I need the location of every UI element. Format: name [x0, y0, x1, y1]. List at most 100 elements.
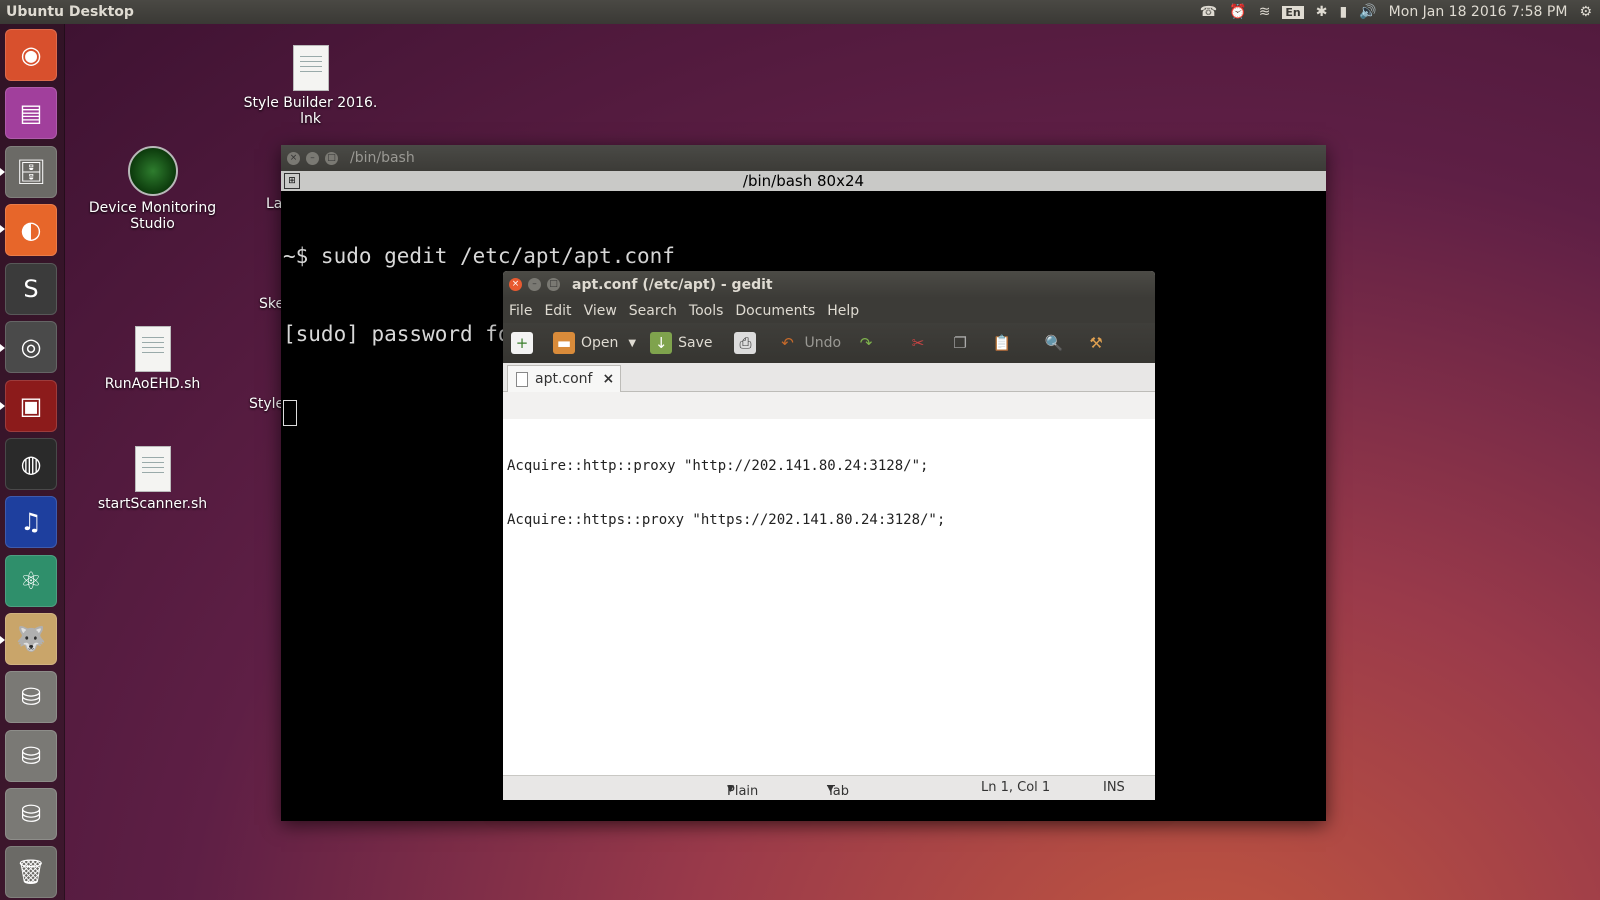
close-icon[interactable]: × [287, 151, 300, 165]
copy-icon: ❐ [953, 334, 967, 352]
chevron-down-icon: ▼ [727, 784, 734, 794]
chrome-icon[interactable]: ◎ [5, 321, 57, 373]
toolbar: + ▬ Open ▼ ↓ Save ⎙ ↶ Undo ↷ ✂ ❐ 📋 🔍 ⚒ [503, 323, 1155, 363]
magnifier-icon: 🔍 [1044, 334, 1064, 352]
document-icon [292, 45, 329, 91]
gedit-title: apt.conf (/etc/apt) - gedit [572, 276, 773, 293]
copy-button[interactable]: ❐ [949, 332, 977, 354]
desktop-icon-partial-label[interactable]: La [266, 196, 282, 212]
wifi-icon[interactable]: ≋ [1259, 4, 1271, 20]
workspace-switcher-icon[interactable]: ▤ [5, 87, 57, 139]
gedit-titlebar[interactable]: × – □ apt.conf (/etc/apt) - gedit [503, 271, 1155, 298]
menu-search[interactable]: Search [629, 303, 677, 319]
desktop-icon-label: startScanner.sh [97, 496, 208, 512]
open-button-label: Open [581, 335, 619, 351]
terminal-subtitle: /bin/bash 80x24 [742, 172, 865, 190]
print-button[interactable]: ⎙ [734, 332, 762, 354]
editor-line: Acquire::http::proxy "http://202.141.80.… [507, 458, 929, 474]
paste-icon: 📋 [992, 334, 1012, 352]
alarm-clock-icon[interactable]: ⏰ [1229, 4, 1246, 20]
desktop-icon-startscanner[interactable]: startScanner.sh [80, 446, 225, 512]
terminal-line: ~$ sudo gedit /etc/apt/apt.conf [283, 244, 675, 268]
desktop-icon-device-monitoring[interactable]: Device Monitoring Studio [80, 146, 225, 232]
undo-button[interactable]: ↶ Undo [776, 332, 841, 354]
maximize-icon[interactable]: □ [547, 278, 560, 291]
gimp-icon[interactable]: 🐺 [5, 613, 57, 665]
new-document-button[interactable]: + [511, 332, 539, 354]
drive-icon[interactable]: ⛁ [5, 730, 57, 782]
bluetooth-icon[interactable]: ✱ [1316, 4, 1328, 20]
status-bar: Plain Text ▼ Tab Width: 8 ▼ Ln 1, Col 1 … [503, 775, 1155, 800]
redo-icon: ↷ [859, 334, 873, 352]
menu-help[interactable]: Help [827, 303, 859, 319]
cut-button[interactable]: ✂ [907, 332, 935, 354]
maximize-icon[interactable]: □ [325, 151, 338, 165]
keyboard-layout-indicator[interactable]: En [1282, 5, 1304, 19]
peel-app-icon[interactable]: ◐ [5, 204, 57, 256]
script-icon [134, 326, 171, 372]
close-icon[interactable]: × [509, 278, 522, 291]
atom-editor-icon[interactable]: ⚛ [5, 555, 57, 607]
desktop-icon-partial-label[interactable]: Style [249, 396, 284, 412]
save-button[interactable]: ↓ Save [650, 332, 712, 354]
tab-bar: apt.conf × [503, 363, 1155, 392]
trash-icon[interactable]: 🗑 [5, 846, 57, 898]
menu-documents[interactable]: Documents [735, 303, 815, 319]
printer-icon: ⎙ [734, 332, 757, 354]
terminal-cursor [283, 400, 297, 426]
terminal-app-icon[interactable]: ▣ [5, 380, 57, 432]
chevron-down-icon[interactable]: ▼ [628, 338, 636, 349]
desktop-icon-runaoehd[interactable]: RunAoEHD.sh [80, 326, 225, 392]
audacity-icon[interactable]: ♫ [5, 496, 57, 548]
tab-label: apt.conf [535, 371, 593, 387]
desktop-icon-style-builder[interactable]: Style Builder 2016. lnk [238, 45, 383, 127]
launcher: ◉ ▤ 🗄 ◐ S ◎ ▣ ◍ ♫ ⚛ 🐺 ⛁ ⛁ ⛁ 🗑 [0, 24, 65, 900]
close-tab-icon[interactable]: × [602, 371, 614, 387]
replace-button[interactable]: ⚒ [1085, 332, 1113, 354]
gedit-window[interactable]: × – □ apt.conf (/etc/apt) - gedit File E… [503, 271, 1155, 800]
insert-mode: INS [1103, 780, 1125, 795]
new-file-icon: + [511, 332, 533, 354]
menu-view[interactable]: View [584, 303, 617, 319]
obs-studio-icon[interactable]: ◍ [5, 438, 57, 490]
find-replace-icon: ⚒ [1089, 334, 1103, 352]
save-button-label: Save [678, 335, 713, 351]
document-icon [516, 371, 528, 387]
undo-icon: ↶ [781, 334, 794, 352]
battery-icon[interactable]: ▮ [1340, 4, 1348, 20]
file-manager-icon[interactable]: 🗄 [5, 146, 57, 198]
drive-icon[interactable]: ⛁ [5, 788, 57, 840]
save-icon: ↓ [650, 332, 673, 354]
terminal-titlebar[interactable]: × – □ /bin/bash [281, 145, 1326, 171]
paste-button[interactable]: 📋 [991, 332, 1019, 354]
sublime-text-icon[interactable]: S [5, 263, 57, 315]
folder-icon: ▬ [553, 332, 575, 354]
tab-apt-conf[interactable]: apt.conf × [507, 365, 621, 392]
desktop-icon-label: RunAoEHD.sh [104, 376, 201, 392]
desktop-icon-label: Device Monitoring Studio [88, 200, 217, 232]
editor-line: Acquire::https::proxy "https://202.141.8… [507, 512, 946, 528]
menu-tools[interactable]: Tools [689, 303, 724, 319]
volume-icon[interactable]: 🔊 [1359, 4, 1376, 20]
text-editor[interactable]: Acquire::http::proxy "http://202.141.80.… [503, 419, 1155, 776]
drive-icon[interactable]: ⛁ [5, 671, 57, 723]
phone-icon[interactable]: ☎ [1200, 4, 1217, 20]
ubuntu-dash-icon[interactable]: ◉ [5, 29, 57, 81]
terminal-menu-icon[interactable]: ⊞ [284, 173, 300, 189]
cursor-position: Ln 1, Col 1 [981, 780, 1051, 795]
redo-button[interactable]: ↷ [855, 332, 883, 354]
find-button[interactable]: 🔍 [1043, 332, 1071, 354]
terminal-title: /bin/bash [350, 150, 415, 166]
minimize-icon[interactable]: – [528, 278, 541, 291]
chevron-down-icon: ▼ [827, 784, 834, 794]
window-title: Ubuntu Desktop [6, 4, 134, 20]
system-tray: ☎ ⏰ ≋ En ✱ ▮ 🔊 Mon Jan 18 2016 7:58 PM ⚙ [1200, 0, 1592, 24]
menu-edit[interactable]: Edit [544, 303, 571, 319]
radar-icon [127, 146, 178, 196]
clock[interactable]: Mon Jan 18 2016 7:58 PM [1389, 4, 1568, 20]
gear-icon[interactable]: ⚙ [1579, 4, 1592, 20]
menu-file[interactable]: File [509, 303, 532, 319]
open-button[interactable]: ▬ Open ▼ [553, 332, 636, 354]
minimize-icon[interactable]: – [306, 151, 319, 165]
desktop-icon-label: Style Builder 2016. lnk [243, 95, 378, 127]
